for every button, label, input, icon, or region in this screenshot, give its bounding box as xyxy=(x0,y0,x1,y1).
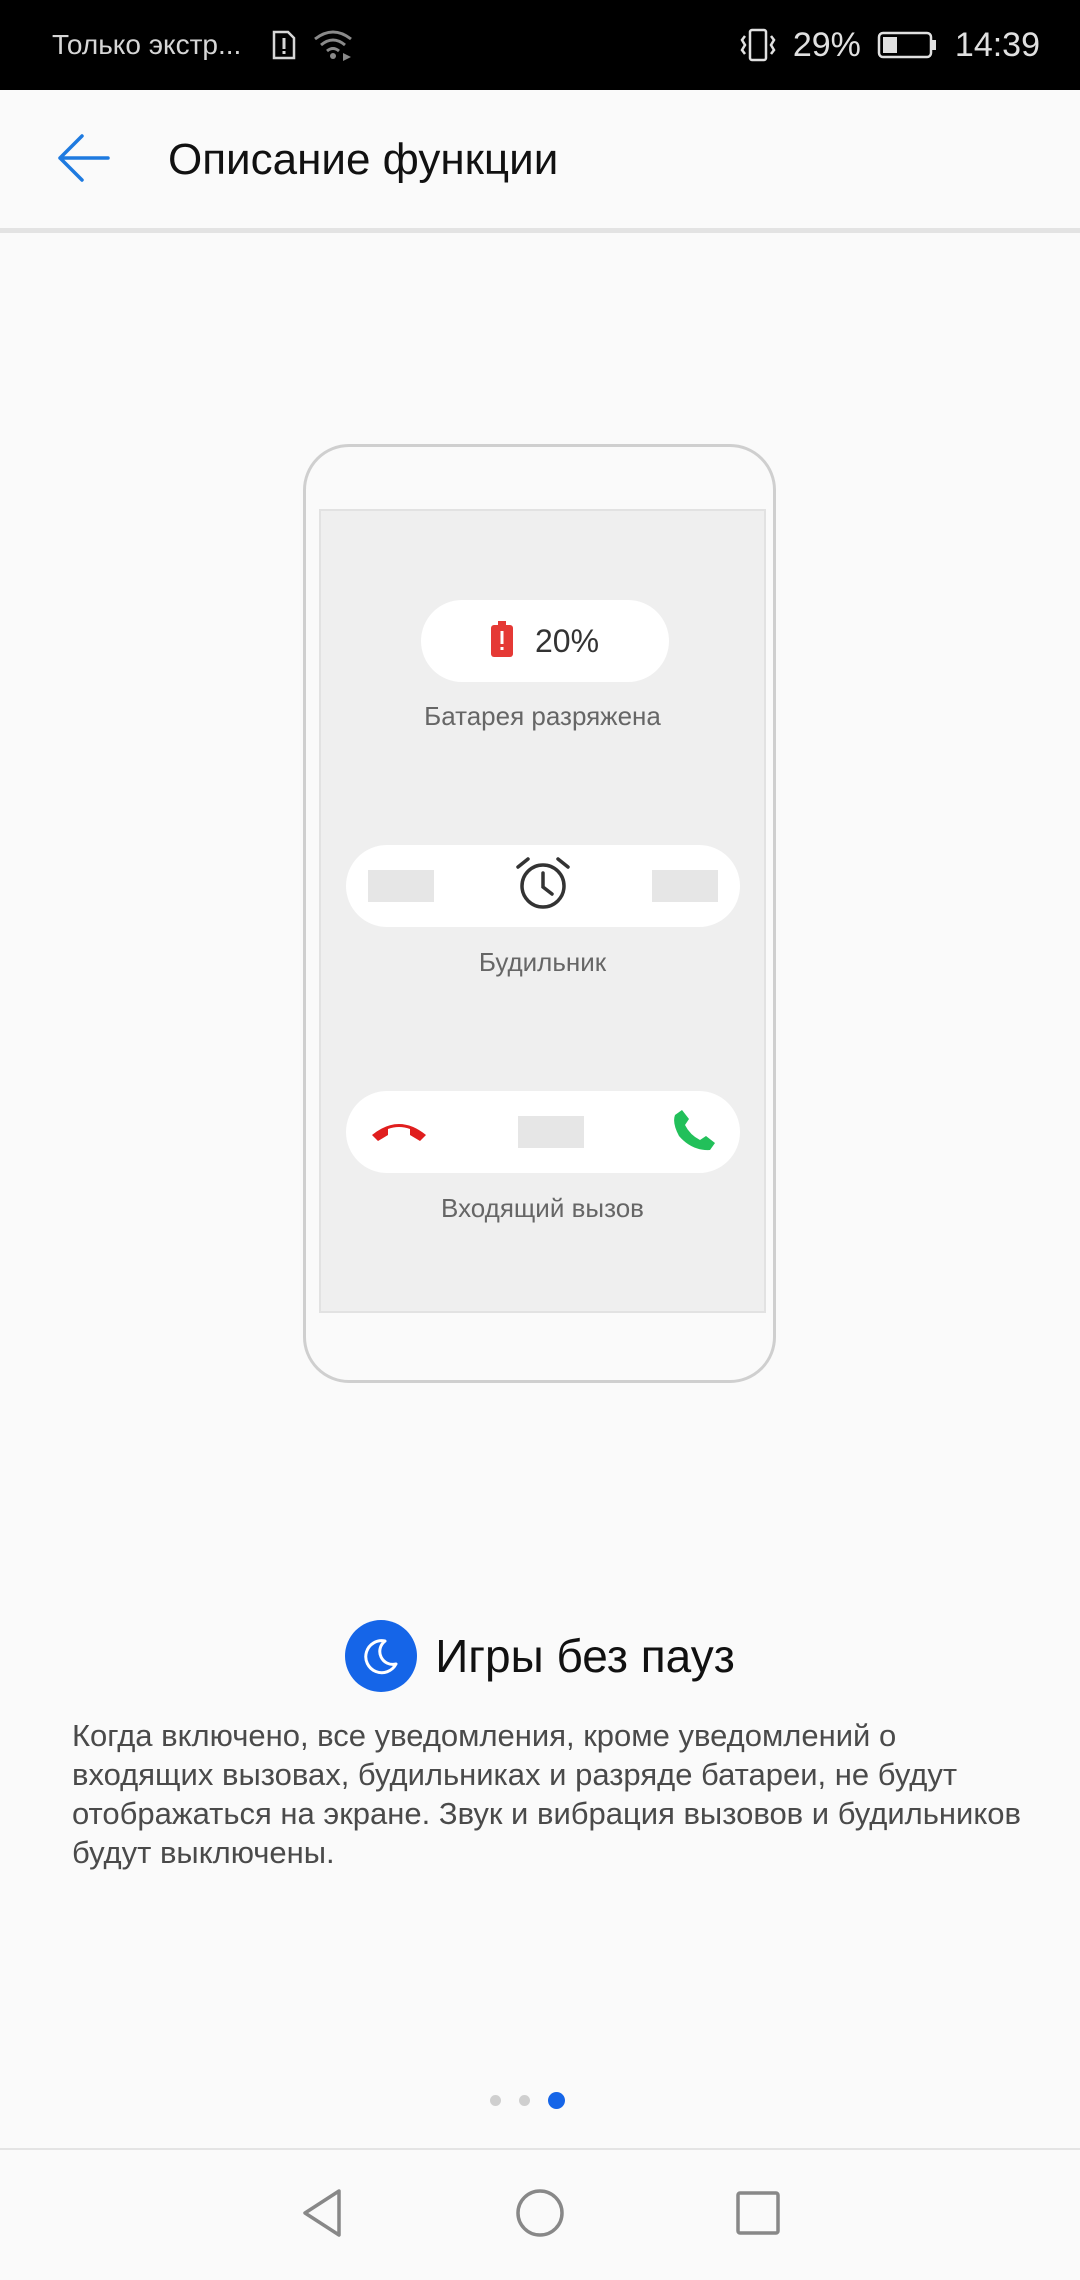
back-arrow-icon xyxy=(54,129,112,192)
call-pill xyxy=(346,1091,740,1173)
feature-description: Когда включено, все уведомления, кроме у… xyxy=(72,1718,1021,1870)
status-left: Только экстр... xyxy=(52,29,353,61)
navigation-bar xyxy=(0,2150,1080,2280)
phone-screen: 20% Батарея разряжена Будильник Входящий… xyxy=(319,509,766,1313)
placeholder-bar xyxy=(518,1116,584,1148)
app-bar-divider xyxy=(0,228,1080,233)
alarm-caption: Будильник xyxy=(478,947,607,977)
sim-alert-icon xyxy=(271,30,297,60)
battery-percent: 29% xyxy=(792,25,861,64)
wifi-icon xyxy=(313,29,353,61)
battery-icon xyxy=(877,30,939,60)
page-dot-active[interactable] xyxy=(548,2092,565,2109)
feature-title-row: Игры без пауз xyxy=(0,1618,1080,1694)
page-dot[interactable] xyxy=(490,2095,501,2106)
status-bar: Только экстр... 29% 14:39 xyxy=(0,0,1080,90)
status-right: 29% 14:39 xyxy=(739,26,1040,65)
alarm-pill xyxy=(346,845,740,927)
phone-illustration: 20% Батарея разряжена Будильник Входящий… xyxy=(303,444,776,1383)
alarm-clock-icon xyxy=(514,855,572,918)
decline-call-icon xyxy=(368,1115,430,1150)
page-indicator xyxy=(490,2092,565,2109)
battery-alert-icon xyxy=(490,620,513,662)
back-button[interactable] xyxy=(38,115,128,205)
battery-caption: Батарея разряжена xyxy=(424,701,661,731)
nav-back-icon xyxy=(299,2187,345,2244)
nav-home-button[interactable] xyxy=(490,2165,590,2265)
nav-home-icon xyxy=(514,2187,566,2244)
nav-recents-button[interactable] xyxy=(708,2165,808,2265)
clock: 14:39 xyxy=(954,25,1040,64)
call-caption: Входящий вызов xyxy=(441,1193,644,1223)
app-bar: Описание функции xyxy=(0,90,1080,230)
nav-recents-icon xyxy=(734,2189,782,2242)
placeholder-bar xyxy=(652,870,718,902)
battery-value: 20% xyxy=(534,622,600,659)
accept-call-icon xyxy=(672,1107,718,1158)
battery-pill: 20% xyxy=(421,600,669,682)
vibrate-icon xyxy=(739,28,777,62)
placeholder-bar xyxy=(368,870,434,902)
moon-icon xyxy=(345,1620,418,1692)
feature-title: Игры без пауз xyxy=(435,1630,735,1682)
nav-back-button[interactable] xyxy=(272,2165,372,2265)
carrier-text: Только экстр... xyxy=(52,29,242,60)
page-title: Описание функции xyxy=(168,135,559,184)
page-dot[interactable] xyxy=(519,2095,530,2106)
